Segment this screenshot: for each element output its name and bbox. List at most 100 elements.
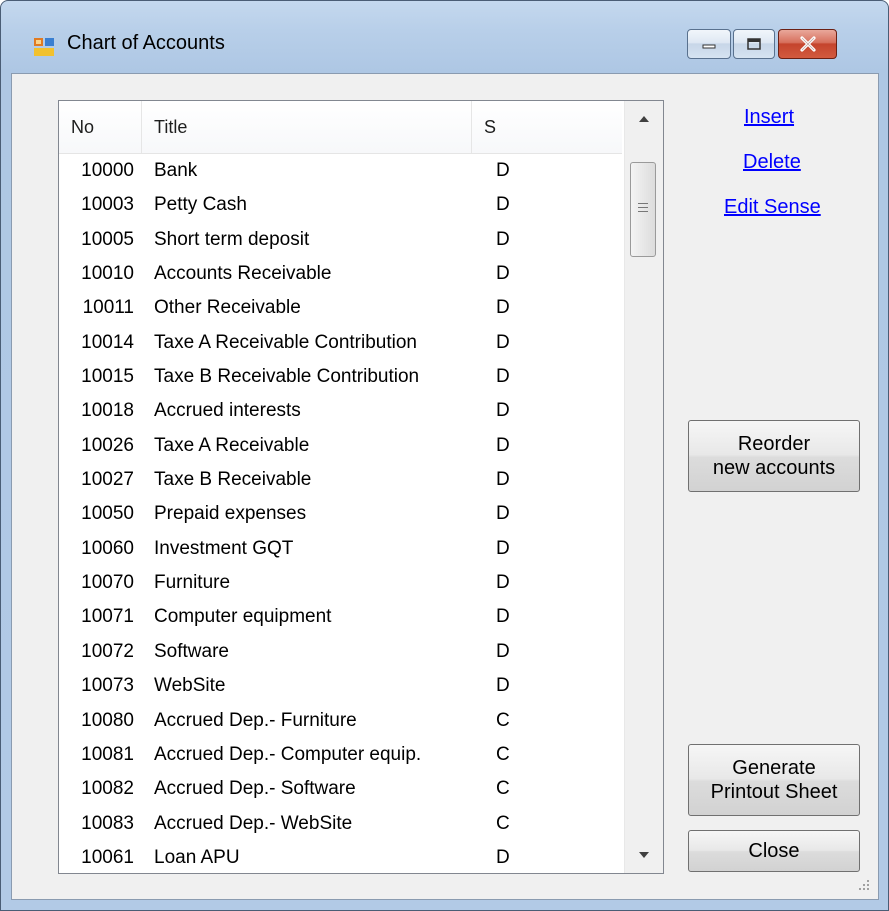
table-row[interactable]: 10081 Accrued Dep.- Computer equip. C bbox=[59, 738, 622, 772]
scroll-down-button[interactable] bbox=[625, 837, 663, 873]
insert-link[interactable]: Insert bbox=[744, 106, 794, 129]
account-title-cell: Bank bbox=[154, 160, 198, 181]
account-title-cell: Accrued Dep.- WebSite bbox=[154, 812, 353, 834]
account-sense-cell: C bbox=[496, 812, 510, 834]
account-title-cell: Taxe A Receivable Contribution bbox=[154, 331, 417, 353]
thumb-grip-line bbox=[638, 207, 648, 208]
account-title-cell: Other Receivable bbox=[154, 297, 301, 319]
account-title-cell: Short term deposit bbox=[154, 228, 310, 250]
table-row[interactable]: 10026 Taxe A Receivable D bbox=[59, 429, 622, 463]
scroll-up-button[interactable] bbox=[625, 101, 663, 137]
reorder-button-line2: new accounts bbox=[712, 457, 836, 479]
account-title-cell: Accrued Dep.- Software bbox=[154, 778, 356, 800]
edit-sense-link[interactable]: Edit Sense bbox=[724, 196, 821, 219]
table-row[interactable]: 10018 Accrued interests D bbox=[59, 394, 622, 428]
table-row[interactable]: 10083 Accrued Dep.- WebSite C bbox=[59, 807, 622, 841]
account-number-cell: 10060 bbox=[81, 537, 134, 559]
account-sense-cell: D bbox=[496, 297, 510, 319]
table-row[interactable]: 10011 Other Receivable D bbox=[59, 291, 622, 325]
account-number-cell: 10000 bbox=[81, 160, 134, 181]
close-button[interactable]: Close bbox=[688, 830, 860, 872]
account-title-cell: Software bbox=[154, 640, 229, 662]
account-number-cell: 10081 bbox=[81, 743, 134, 765]
account-sense-cell: D bbox=[496, 675, 510, 697]
table-row[interactable]: 10050 Prepaid expenses D bbox=[59, 497, 622, 531]
account-title-cell: Petty Cash bbox=[154, 194, 247, 216]
account-number-cell: 10080 bbox=[81, 709, 134, 731]
account-sense-cell: D bbox=[496, 640, 510, 662]
delete-link[interactable]: Delete bbox=[743, 151, 801, 174]
vertical-scrollbar[interactable] bbox=[624, 101, 663, 873]
reorder-button-line1: Reorder bbox=[737, 433, 811, 455]
reorder-new-accounts-button[interactable]: Reorder new accounts bbox=[688, 420, 860, 492]
generate-button-line1: Generate bbox=[732, 757, 816, 779]
account-sense-cell: D bbox=[496, 469, 510, 491]
account-title-cell: Accrued interests bbox=[154, 400, 301, 422]
scroll-up-arrow-icon bbox=[639, 116, 649, 122]
account-title-cell: Taxe A Receivable bbox=[154, 434, 310, 456]
column-header-s[interactable]: S bbox=[472, 101, 622, 153]
account-sense-cell: D bbox=[496, 366, 510, 388]
table-row[interactable]: 10010 Accounts Receivable D bbox=[59, 257, 622, 291]
account-sense-cell: D bbox=[496, 503, 510, 525]
thumb-grip-line bbox=[638, 203, 648, 204]
table-row[interactable]: 10071 Computer equipment D bbox=[59, 600, 622, 634]
account-sense-cell: D bbox=[496, 846, 510, 868]
account-title-cell: Taxe B Receivable Contribution bbox=[154, 366, 420, 388]
client-area: No Title S 10000 Bank D 10003 Petty Cash D 100… bbox=[11, 73, 879, 900]
column-header-no[interactable]: No bbox=[59, 101, 142, 153]
table-row[interactable]: 10000 Bank D bbox=[59, 154, 622, 188]
account-number-cell: 10061 bbox=[81, 846, 134, 868]
account-number-cell: 10003 bbox=[81, 194, 134, 216]
account-title-cell: Accrued Dep.- Furniture bbox=[154, 709, 357, 731]
generate-printout-sheet-button[interactable]: Generate Printout Sheet bbox=[688, 744, 860, 816]
table-row[interactable]: 10015 Taxe B Receivable Contribution D bbox=[59, 360, 622, 394]
account-sense-cell: D bbox=[496, 160, 510, 181]
close-window-button[interactable] bbox=[778, 29, 837, 59]
account-title-cell: Computer equipment bbox=[154, 606, 332, 628]
account-number-cell: 10011 bbox=[82, 297, 134, 319]
table-row[interactable]: 10003 Petty Cash D bbox=[59, 188, 622, 222]
account-number-cell: 10014 bbox=[81, 331, 134, 353]
table-row[interactable]: 10080 Accrued Dep.- Furniture C bbox=[59, 704, 622, 738]
account-sense-cell: D bbox=[496, 434, 510, 456]
table-row[interactable]: 10061 Loan APU D bbox=[59, 841, 622, 873]
account-number-cell: 10026 bbox=[81, 434, 134, 456]
account-number-cell: 10070 bbox=[81, 572, 134, 594]
account-number-cell: 10018 bbox=[81, 400, 134, 422]
close-icon bbox=[779, 30, 836, 58]
scroll-thumb[interactable] bbox=[630, 162, 656, 257]
minimize-button[interactable] bbox=[687, 29, 731, 59]
table-row[interactable]: 10060 Investment GQT D bbox=[59, 532, 622, 566]
window-title: Chart of Accounts bbox=[67, 32, 225, 54]
account-title-cell: Taxe B Receivable bbox=[154, 469, 312, 491]
generate-button-line2: Printout Sheet bbox=[710, 781, 838, 803]
column-header-title[interactable]: Title bbox=[142, 101, 472, 153]
table-row[interactable]: 10027 Taxe B Receivable D bbox=[59, 463, 622, 497]
table-row[interactable]: 10014 Taxe A Receivable Contribution D bbox=[59, 326, 622, 360]
table-row[interactable]: 10070 Furniture D bbox=[59, 566, 622, 600]
table-row[interactable]: 10082 Accrued Dep.- Software C bbox=[59, 772, 622, 806]
accounts-list[interactable]: No Title S 10000 Bank D 10003 Petty Cash D 100… bbox=[58, 100, 664, 874]
account-number-cell: 10073 bbox=[81, 675, 134, 697]
account-sense-cell: D bbox=[496, 263, 510, 285]
account-title-cell: Loan APU bbox=[154, 846, 240, 868]
account-title-cell: WebSite bbox=[154, 675, 226, 697]
account-sense-cell: D bbox=[496, 606, 510, 628]
app-icon bbox=[34, 38, 54, 56]
account-sense-cell: C bbox=[496, 778, 510, 800]
list-rows: 10000 Bank D 10003 Petty Cash D 10005 Short ter… bbox=[59, 154, 622, 873]
table-row[interactable]: 10073 WebSite D bbox=[59, 669, 622, 703]
table-row[interactable]: 10072 Software D bbox=[59, 635, 622, 669]
maximize-button[interactable] bbox=[733, 29, 775, 59]
account-title-cell: Investment GQT bbox=[154, 537, 294, 559]
minimize-icon bbox=[688, 30, 730, 58]
resize-grip-icon[interactable] bbox=[856, 877, 870, 891]
account-title-cell: Prepaid expenses bbox=[154, 503, 307, 525]
account-sense-cell: D bbox=[496, 194, 510, 216]
table-row[interactable]: 10005 Short term deposit D bbox=[59, 223, 622, 257]
account-sense-cell: C bbox=[496, 709, 510, 731]
account-number-cell: 10050 bbox=[81, 503, 134, 525]
title-bar[interactable]: Chart of Accounts bbox=[1, 1, 888, 73]
account-title-cell: Accounts Receivable bbox=[154, 263, 332, 285]
